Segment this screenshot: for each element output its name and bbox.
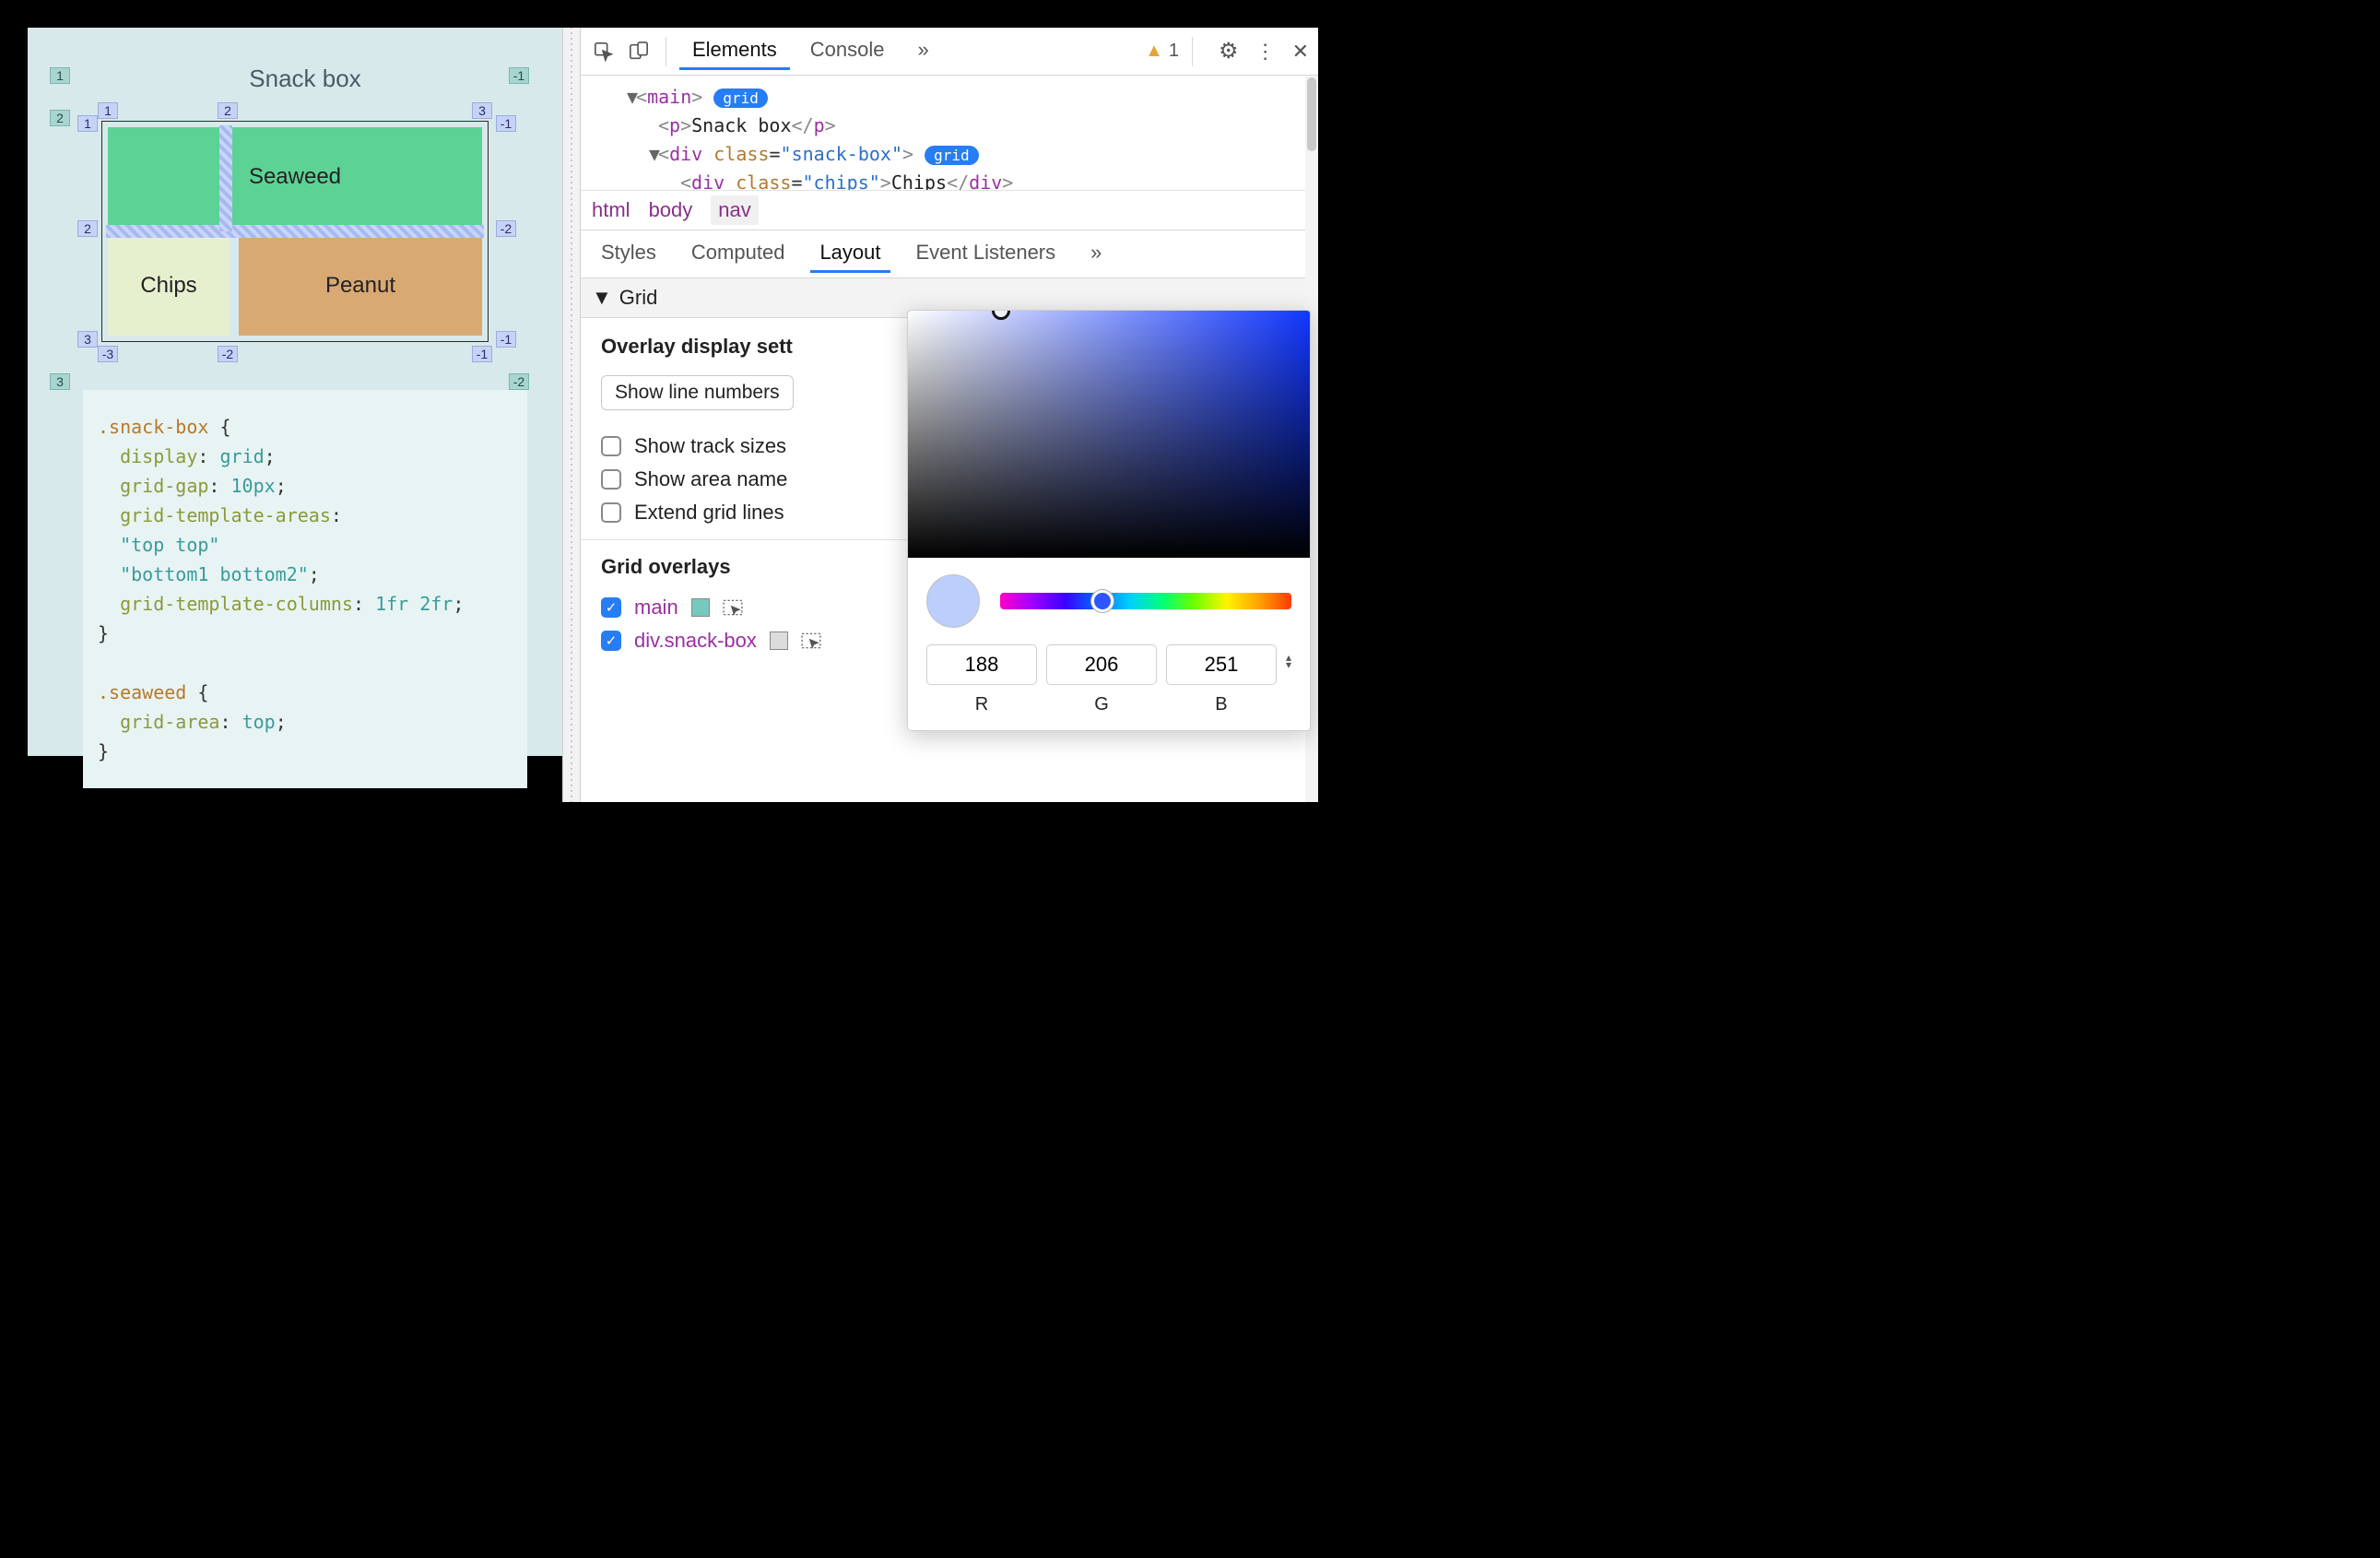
kebab-icon[interactable]: ⋮ — [1255, 40, 1276, 64]
css-code-display: .snack-box { display: grid; grid-gap: 10… — [83, 390, 527, 788]
dom-tree[interactable]: ▼<main> grid <p>Snack box</p> ▼<div clas… — [581, 76, 1318, 190]
chevron-down-icon: ▼ — [592, 286, 612, 310]
crumb-body[interactable]: body — [649, 198, 693, 222]
checkbox-icon — [601, 436, 621, 456]
highlight-icon[interactable] — [801, 632, 821, 649]
gear-icon[interactable]: ⚙ — [1219, 38, 1239, 65]
grid-badge-2[interactable]: grid — [925, 146, 979, 165]
hue-knob[interactable] — [1091, 590, 1113, 612]
row-line-n1a: -1 — [496, 115, 516, 132]
outer-line-2: 2 — [50, 110, 70, 126]
pane-resizer[interactable] — [562, 28, 581, 802]
close-icon[interactable]: ✕ — [1292, 40, 1309, 64]
row-line-n1b: -1 — [496, 331, 516, 348]
toolbar-separator-2 — [1192, 37, 1193, 66]
checkbox-on-icon: ✓ — [601, 597, 621, 618]
check-label: Show track sizes — [634, 434, 786, 458]
devtools-panel: Elements Console » ▲ 1 ⚙ ⋮ ✕ ▼<main> gri… — [581, 28, 1318, 802]
check-label: Show area name — [634, 467, 787, 491]
styles-tabs: Styles Computed Layout Event Listeners » — [581, 230, 1318, 278]
crumb-html[interactable]: html — [592, 198, 630, 222]
subtab-computed[interactable]: Computed — [682, 235, 795, 273]
cell-seaweed: Seaweed — [108, 127, 482, 227]
color-swatch[interactable] — [770, 631, 788, 650]
inspect-icon[interactable] — [590, 38, 618, 65]
device-toggle-icon[interactable] — [625, 38, 653, 65]
checkbox-on-icon: ✓ — [601, 631, 621, 651]
row-line-2: 2 — [77, 220, 98, 237]
warning-badge[interactable]: ▲ 1 — [1145, 41, 1179, 62]
outer-line-1: 1 — [50, 67, 70, 84]
devtools-toolbar: Elements Console » ▲ 1 ⚙ ⋮ ✕ — [581, 28, 1318, 76]
row-line-3: 3 — [77, 331, 98, 348]
overlay-name: div.snack-box — [634, 629, 757, 653]
cell-peanut: Peanut — [239, 236, 482, 336]
col-line-n3: -3 — [98, 346, 118, 362]
label-g: G — [1046, 694, 1157, 715]
highlight-icon[interactable] — [723, 599, 743, 616]
color-preview[interactable] — [926, 574, 980, 628]
cell-chips: Chips — [108, 236, 230, 336]
row-line-1: 1 — [77, 115, 98, 132]
dropdown-label: Show line numbers — [615, 382, 780, 404]
check-label: Extend grid lines — [634, 501, 784, 525]
color-swatch[interactable] — [691, 598, 710, 617]
col-line-n2: -2 — [218, 346, 238, 362]
page-title: Snack box — [83, 65, 527, 93]
color-b-input[interactable] — [1166, 644, 1277, 685]
row-line-n2: -2 — [496, 220, 516, 237]
checkbox-icon — [601, 469, 621, 490]
color-field[interactable] — [908, 311, 1310, 558]
snack-box-grid: Seaweed Chips Peanut — [101, 121, 489, 342]
color-g-input[interactable] — [1046, 644, 1157, 685]
label-r: R — [926, 694, 1037, 715]
subtab-styles[interactable]: Styles — [592, 235, 666, 273]
overlay-name: main — [634, 596, 678, 620]
subtab-layout[interactable]: Layout — [810, 235, 890, 273]
tab-more[interactable]: » — [904, 32, 941, 70]
color-picker-popover: R G B ▴▾ — [907, 310, 1311, 731]
line-number-dropdown[interactable]: Show line numbers — [601, 375, 794, 410]
outer-line-3: 3 — [50, 373, 70, 390]
tab-console[interactable]: Console — [797, 32, 898, 70]
tab-elements[interactable]: Elements — [679, 32, 790, 70]
color-cursor[interactable] — [992, 310, 1010, 320]
subtab-listeners[interactable]: Event Listeners — [907, 235, 1066, 273]
outer-line-r2: -2 — [509, 373, 529, 390]
col-line-3: 3 — [472, 102, 492, 119]
grid-container: 1 -1 2 -2 3 1 2 3 1 2 3 -1 -2 -1 -3 -2 -… — [101, 121, 489, 342]
color-mode-toggle[interactable]: ▴▾ — [1286, 644, 1291, 668]
scroll-thumb[interactable] — [1307, 77, 1316, 151]
subtab-more[interactable]: » — [1081, 235, 1111, 273]
page-viewport: Snack box 1 -1 2 -2 3 1 2 3 1 2 3 -1 -2 … — [28, 28, 562, 756]
breadcrumb: html body nav — [581, 190, 1318, 230]
crumb-nav[interactable]: nav — [711, 195, 758, 225]
label-b: B — [1166, 694, 1277, 715]
warning-icon: ▲ — [1145, 41, 1163, 62]
hue-slider[interactable] — [1000, 593, 1291, 609]
grid-section-label: Grid — [619, 286, 658, 310]
col-line-2: 2 — [218, 102, 238, 119]
col-line-1: 1 — [98, 102, 118, 119]
grid-badge[interactable]: grid — [713, 89, 768, 108]
color-r-input[interactable] — [926, 644, 1037, 685]
checkbox-icon — [601, 502, 621, 523]
warning-count: 1 — [1169, 41, 1179, 62]
col-line-n1: -1 — [472, 346, 492, 362]
outer-line-r1: -1 — [509, 67, 529, 84]
